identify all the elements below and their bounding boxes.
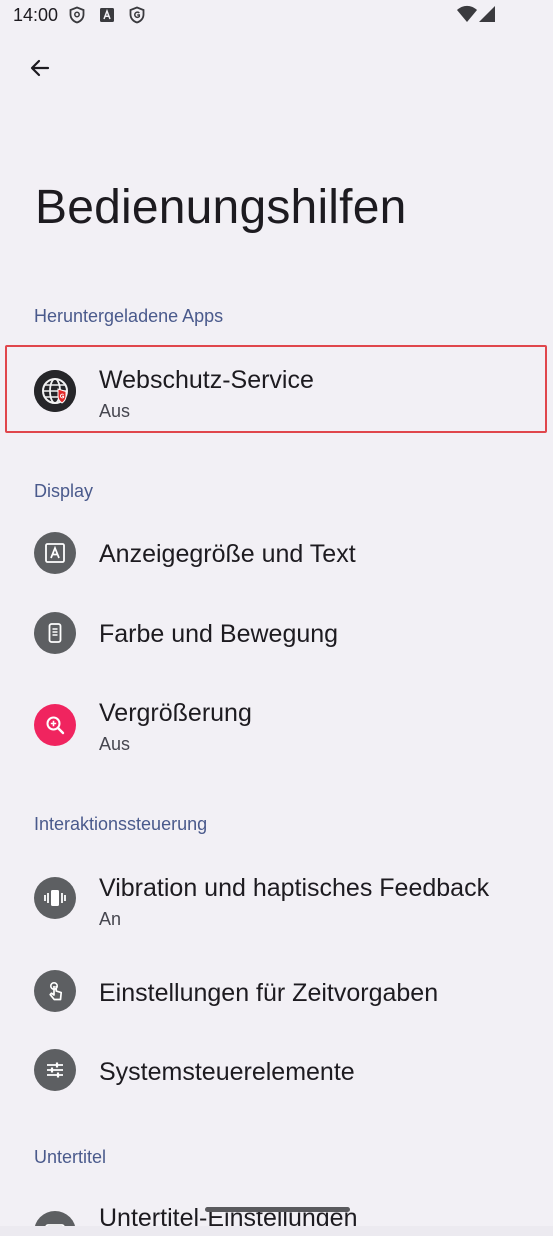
cell-signal-icon	[479, 6, 495, 22]
bottom-edge	[0, 1226, 553, 1236]
section-header-display: Display	[34, 481, 94, 501]
vibration-icon	[34, 877, 76, 919]
shield-icon	[69, 6, 85, 24]
section-header-captions: Untertitel	[34, 1147, 107, 1167]
text-size-icon	[34, 532, 76, 574]
wifi-icon	[457, 5, 477, 22]
list-item-system-controls[interactable]: Systemsteuerelemente	[0, 1032, 553, 1112]
section-header-downloaded-apps: Heruntergeladene Apps	[34, 306, 224, 326]
list-item-title: Anzeigegröße und Text	[99, 540, 356, 568]
touch-timing-icon	[34, 970, 76, 1012]
list-item-title: Vibration und haptisches Feedback	[99, 874, 490, 902]
list-item-display-size-text[interactable]: Anzeigegröße und Text	[0, 513, 553, 593]
back-button[interactable]	[20, 48, 60, 88]
status-time: 14:00	[13, 5, 59, 25]
list-item-subtitle: An	[99, 909, 122, 929]
g-data-shield-icon	[129, 6, 145, 24]
highlight-frame	[5, 345, 547, 433]
list-item-subtitle: Aus	[99, 734, 131, 754]
system-controls-icon	[34, 1049, 76, 1091]
section-header-interaction-control: Interaktionssteuerung	[34, 814, 208, 834]
page-title: Bedienungshilfen	[35, 181, 407, 234]
list-item-magnification[interactable]: Vergrößerung Aus	[0, 673, 553, 773]
list-item-title: Systemsteuerelemente	[99, 1058, 355, 1086]
magnification-icon	[34, 704, 76, 746]
list-item-title: Farbe und Bewegung	[99, 620, 339, 648]
list-item-title: Einstellungen für Zeitvorgaben	[99, 979, 439, 1007]
gesture-navigation-bar[interactable]	[205, 1207, 350, 1212]
list-item-timing-settings[interactable]: Einstellungen für Zeitvorgaben	[0, 952, 553, 1032]
color-motion-icon	[34, 612, 76, 654]
arrow-back-icon	[30, 59, 50, 77]
font-a-icon	[100, 8, 114, 22]
status-bar: 14:00	[0, 0, 553, 30]
list-item-title: Vergrößerung	[99, 699, 252, 727]
list-item-vibration-haptic[interactable]: Vibration und haptisches Feedback An	[0, 846, 553, 951]
list-item-color-motion[interactable]: Farbe und Bewegung	[0, 593, 553, 673]
